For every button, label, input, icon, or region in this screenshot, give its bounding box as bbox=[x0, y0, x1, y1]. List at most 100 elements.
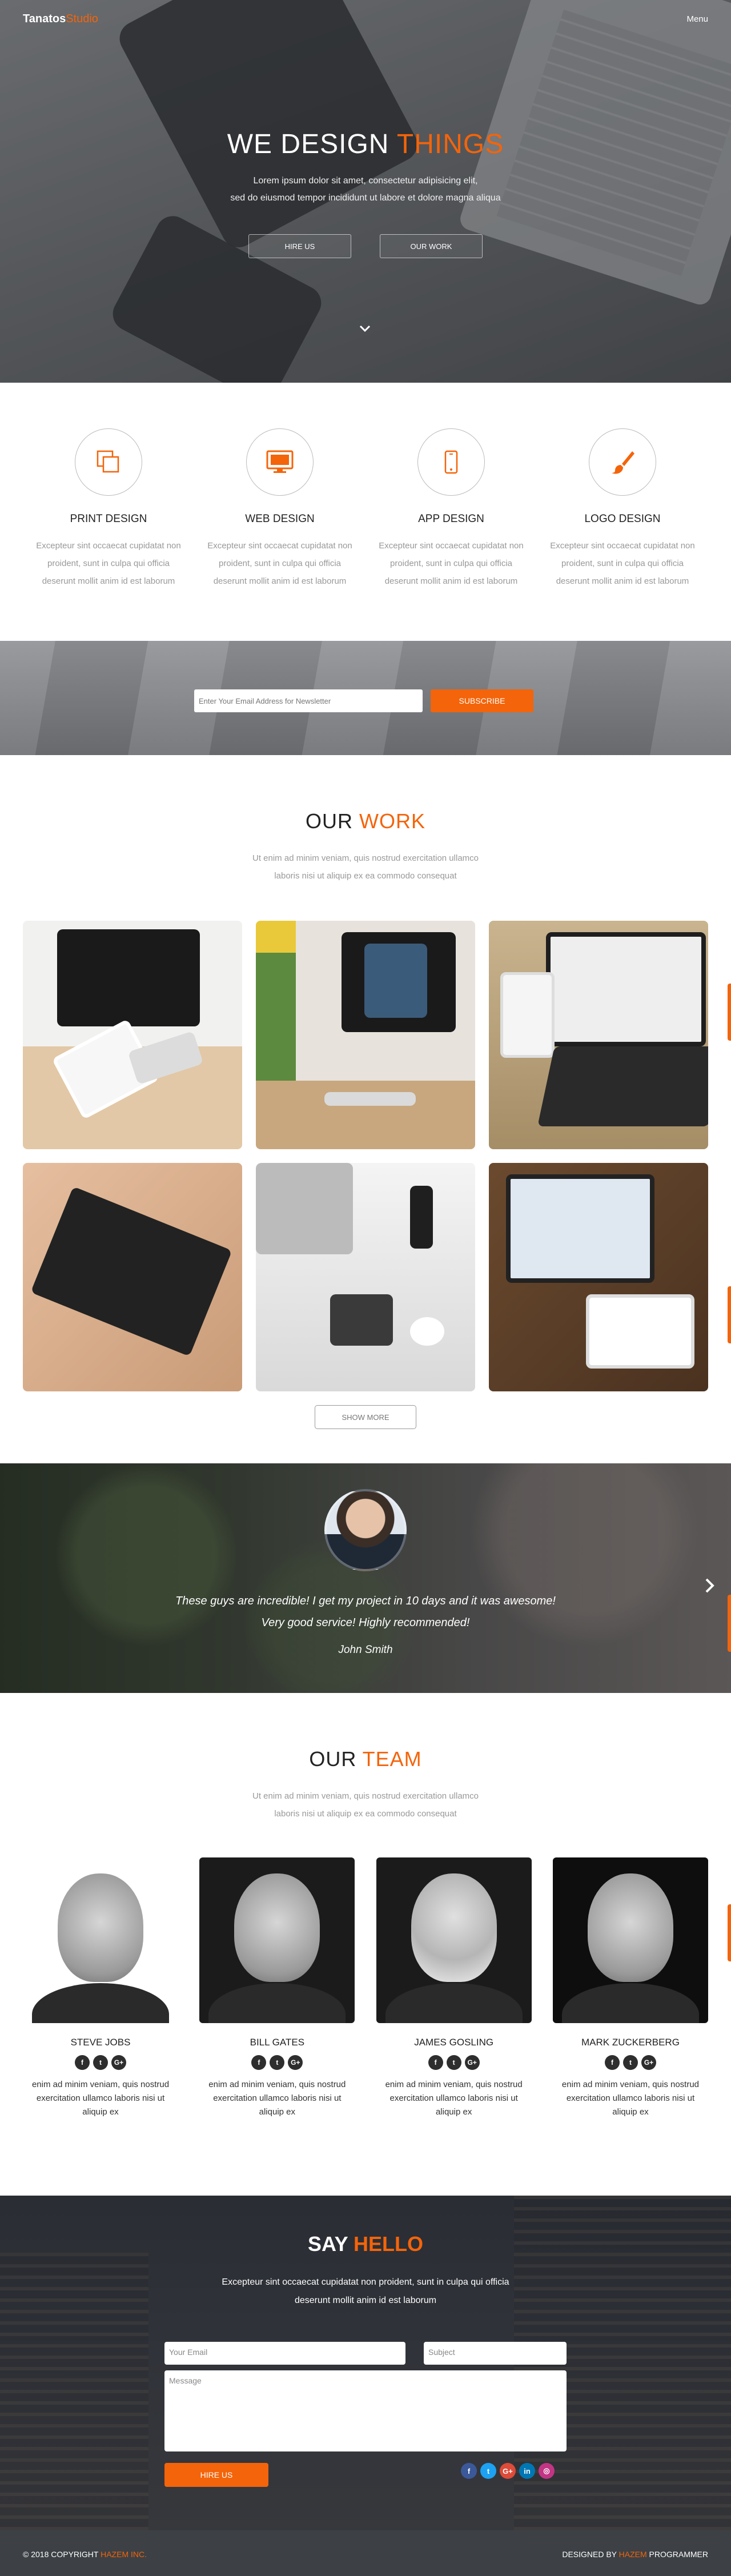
facebook-icon[interactable]: f bbox=[461, 2463, 477, 2479]
tablet-shape bbox=[30, 1186, 232, 1357]
footer-content: © 2018 COPYRIGHT HAZEM INC. DESIGNED BY … bbox=[23, 2550, 708, 2559]
member-socials: f t G+ bbox=[376, 2055, 532, 2070]
member-bio: enim ad minim veniam, quis nostrud exerc… bbox=[31, 2080, 170, 2117]
linkedin-icon[interactable]: in bbox=[519, 2463, 535, 2479]
member-bio: enim ad minim veniam, quis nostrud exerc… bbox=[385, 2080, 523, 2117]
contact-title: SAY HELLO bbox=[0, 2232, 731, 2256]
contact-title-main: SAY bbox=[307, 2232, 354, 2256]
member-photo bbox=[23, 1857, 178, 2023]
site-logo[interactable]: TanatosStudio bbox=[23, 13, 98, 26]
keyboard-shape bbox=[324, 1092, 416, 1106]
service-text: Excepteur sint occaecat cupidatat non pr… bbox=[36, 541, 181, 586]
member-name: JAMES GOSLING bbox=[414, 2037, 494, 2048]
copyright-prefix: © 2018 COPYRIGHT bbox=[23, 2550, 101, 2559]
newsletter-email-input[interactable]: Enter Your Email Address for Newsletter bbox=[194, 689, 423, 712]
member-photo bbox=[199, 1857, 355, 2023]
google-plus-icon[interactable]: G+ bbox=[288, 2055, 303, 2070]
work-item-imac-ipad[interactable] bbox=[23, 921, 242, 1149]
work-title-accent: WORK bbox=[359, 809, 425, 833]
keyboard-shape bbox=[537, 1046, 708, 1126]
hero-line-1: Lorem ipsum dolor sit amet, consectetur … bbox=[253, 176, 478, 186]
work-item-laptop-tablet[interactable] bbox=[489, 1163, 708, 1391]
member-face bbox=[411, 1873, 497, 1982]
hero-text: WE DESIGN THINGS Lorem ipsum dolor sit a… bbox=[0, 129, 731, 207]
service-app-design: APP DESIGN Excepteur sint occaecat cupid… bbox=[366, 428, 537, 590]
work-item-desk-coffee[interactable] bbox=[256, 1163, 475, 1391]
facebook-icon[interactable]: f bbox=[604, 2055, 620, 2070]
contact-subtitle: Excepteur sint occaecat cupidatat non pr… bbox=[0, 2273, 731, 2310]
chevron-down-icon[interactable] bbox=[359, 323, 371, 336]
google-plus-icon[interactable]: G+ bbox=[500, 2463, 516, 2479]
google-plus-icon[interactable]: G+ bbox=[111, 2055, 126, 2070]
twitter-icon[interactable]: t bbox=[622, 2055, 638, 2070]
tablet-shape bbox=[586, 1294, 694, 1369]
copyright-company: HAZEM INC. bbox=[101, 2550, 147, 2559]
twitter-icon[interactable]: t bbox=[270, 2055, 285, 2070]
team-subtitle: Ut enim ad minim veniam, quis nostrud ex… bbox=[0, 1787, 731, 1823]
hire-us-button[interactable]: HIRE US bbox=[248, 234, 351, 258]
team-member: BILL GATES f t G+ enim ad minim veniam, … bbox=[199, 1857, 355, 2119]
member-bio: enim ad minim veniam, quis nostrud exerc… bbox=[208, 2080, 346, 2117]
show-more-button[interactable]: SHOW MORE bbox=[315, 1405, 416, 1429]
screen-app-shape bbox=[364, 944, 427, 1018]
work-sub-line-1: Ut enim ad minim veniam, quis nostrud ex… bbox=[252, 853, 479, 863]
services-section: PRINT DESIGN Excepteur sint occaecat cup… bbox=[0, 383, 731, 641]
hire-us-submit-button[interactable]: HIRE US bbox=[164, 2463, 268, 2487]
work-item-imac-flowers[interactable] bbox=[256, 921, 475, 1149]
member-face bbox=[587, 1873, 673, 1982]
newsletter-form: Enter Your Email Address for Newsletter … bbox=[194, 689, 533, 712]
subject-field[interactable]: Subject bbox=[424, 2342, 567, 2365]
designed-prefix: DESIGNED BY bbox=[562, 2550, 619, 2559]
member-bio: enim ad minim veniam, quis nostrud exerc… bbox=[561, 2080, 700, 2117]
member-body bbox=[561, 1983, 699, 2023]
email-field[interactable]: Your Email bbox=[164, 2342, 405, 2365]
team-member: STEVE JOBS f t G+ enim ad minim veniam, … bbox=[23, 1857, 178, 2119]
testimonial-quote: These guys are incredible! I get my proj… bbox=[0, 1590, 731, 1656]
logo-main: Tanatos bbox=[23, 13, 66, 25]
google-plus-icon[interactable]: G+ bbox=[464, 2055, 480, 2070]
designed-suffix: PROGRAMMER bbox=[646, 2550, 708, 2559]
laptop-screen-shape bbox=[546, 932, 706, 1046]
message-field[interactable]: Message bbox=[164, 2370, 567, 2451]
member-name: MARK ZUCKERBERG bbox=[581, 2037, 680, 2048]
menu-button[interactable]: Menu bbox=[686, 14, 708, 24]
member-photo bbox=[376, 1857, 532, 2023]
twitter-icon[interactable]: t bbox=[446, 2055, 461, 2070]
member-socials: f t G+ bbox=[553, 2055, 708, 2070]
team-section: OUR TEAM Ut enim ad minim veniam, quis n… bbox=[0, 1693, 731, 2196]
instagram-icon[interactable]: ◎ bbox=[539, 2463, 555, 2479]
our-work-button[interactable]: OUR WORK bbox=[380, 234, 483, 258]
member-socials: f t G+ bbox=[23, 2055, 178, 2070]
work-item-tablet[interactable] bbox=[23, 1163, 242, 1391]
contact-title-accent: HELLO bbox=[354, 2232, 424, 2256]
subscribe-button[interactable]: SUBSCRIBE bbox=[431, 689, 533, 712]
member-photo bbox=[552, 1857, 708, 2023]
facebook-icon[interactable]: f bbox=[251, 2055, 267, 2070]
avatar bbox=[324, 1489, 407, 1571]
work-item-laptop-charts[interactable] bbox=[489, 921, 708, 1149]
service-title: LOGO DESIGN bbox=[584, 513, 661, 525]
member-body bbox=[385, 1983, 523, 2023]
camera-shape bbox=[330, 1294, 393, 1346]
top-nav: TanatosStudio Menu bbox=[23, 13, 708, 26]
hero-title-main: WE DESIGN bbox=[227, 129, 397, 159]
testimonial-section: These guys are incredible! I get my proj… bbox=[0, 1463, 731, 1693]
facebook-icon[interactable]: f bbox=[428, 2055, 443, 2070]
twitter-icon[interactable]: t bbox=[93, 2055, 108, 2070]
service-text: Excepteur sint occaecat cupidatat non pr… bbox=[550, 541, 695, 586]
team-member: JAMES GOSLING f t G+ enim ad minim venia… bbox=[376, 1857, 532, 2119]
monitor-icon bbox=[246, 428, 314, 496]
chevron-right-icon[interactable] bbox=[705, 1578, 715, 1598]
side-tab-marker bbox=[728, 1286, 731, 1343]
keyboard-shape bbox=[127, 1030, 204, 1085]
google-plus-icon[interactable]: G+ bbox=[641, 2055, 656, 2070]
contact-sub-line-2: deserunt mollit anim id est laborum bbox=[294, 2296, 437, 2305]
quote-author: John Smith bbox=[338, 1644, 393, 1656]
service-logo-design: LOGO DESIGN Excepteur sint occaecat cupi… bbox=[537, 428, 708, 590]
paintbrush-icon bbox=[589, 428, 656, 496]
contact-socials: f t G+ in ◎ bbox=[461, 2463, 555, 2479]
twitter-icon[interactable]: t bbox=[480, 2463, 496, 2479]
work-section: OUR WORK Ut enim ad minim veniam, quis n… bbox=[0, 755, 731, 1463]
hero-line-2: sed do eiusmod tempor incididunt ut labo… bbox=[230, 193, 501, 203]
facebook-icon[interactable]: f bbox=[75, 2055, 90, 2070]
